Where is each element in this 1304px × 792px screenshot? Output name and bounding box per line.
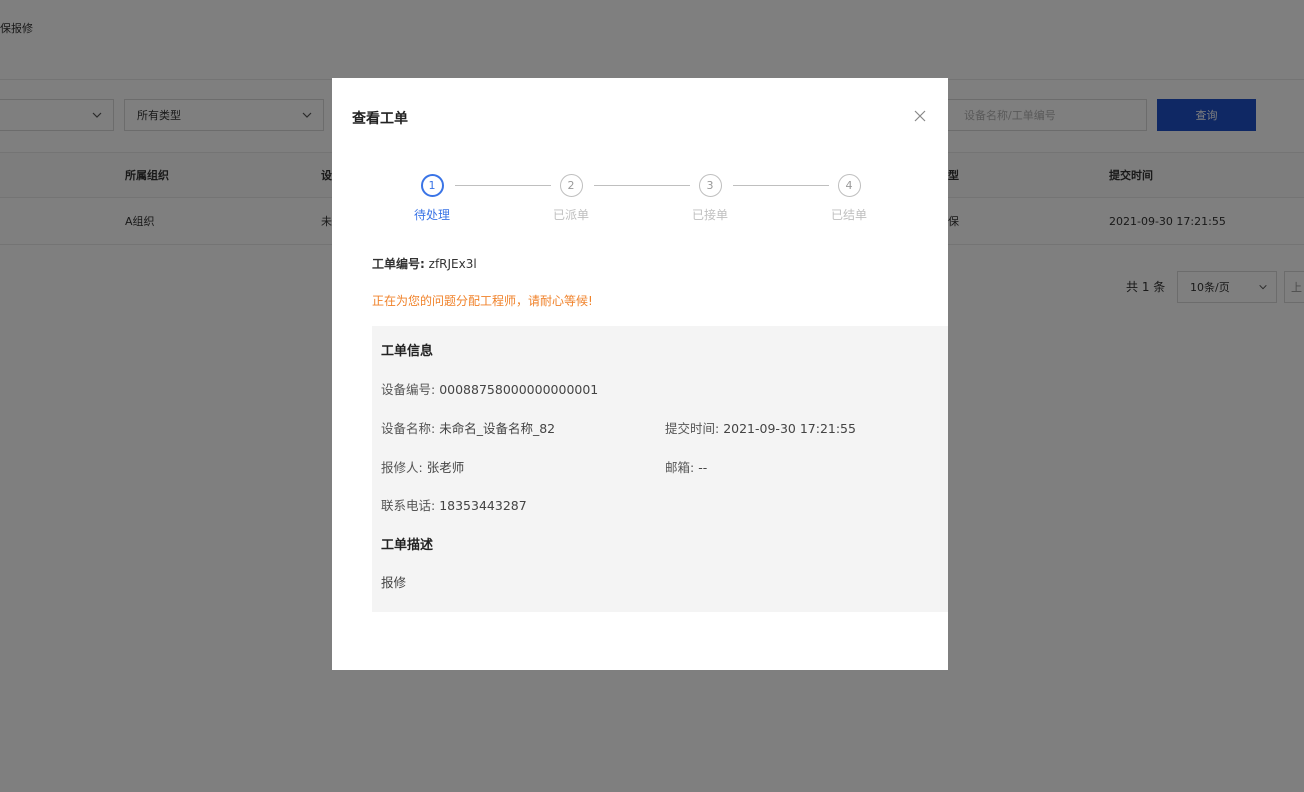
- step-closed: 4 已结单: [799, 174, 899, 223]
- step-label: 已结单: [830, 208, 867, 222]
- step-number: 3: [698, 174, 722, 197]
- submit-time-label: 提交时间:: [665, 421, 720, 436]
- order-number: 工单编号: zfRJEx3l: [372, 255, 477, 272]
- reporter-field: 报修人: 张老师: [381, 457, 464, 476]
- order-description-title: 工单描述: [381, 538, 434, 553]
- status-notice: 正在为您的问题分配工程师，请耐心等候!: [372, 294, 593, 308]
- email-value: --: [698, 460, 708, 475]
- step-accepted: 3 已接单: [660, 174, 760, 223]
- device-number-label: 设备编号:: [381, 382, 436, 397]
- email-label: 邮箱:: [665, 460, 695, 475]
- device-number-value: 00088758000000000001: [439, 382, 599, 397]
- device-name-label: 设备名称:: [381, 421, 436, 436]
- phone-field: 联系电话: 18353443287: [381, 495, 527, 514]
- device-name-value: 未命名_设备名称_82: [439, 421, 556, 436]
- step-number: 4: [837, 174, 861, 197]
- step-label: 待处理: [413, 208, 450, 222]
- modal-title: 查看工单: [352, 111, 408, 127]
- reporter-value: 张老师: [426, 460, 465, 475]
- step-label: 已派单: [552, 208, 589, 222]
- close-icon[interactable]: [912, 108, 928, 124]
- phone-label: 联系电话:: [381, 498, 436, 513]
- email-field: 邮箱: --: [665, 457, 707, 476]
- order-number-value: zfRJEx3l: [428, 257, 477, 271]
- phone-value: 18353443287: [439, 498, 527, 513]
- order-number-label: 工单编号:: [372, 257, 425, 271]
- device-number-field: 设备编号: 00088758000000000001: [381, 379, 598, 398]
- view-order-modal: 查看工单 1 待处理 2 已派单 3 已接单 4 已结单 工单编号: zfRJE…: [332, 78, 948, 670]
- step-number: 2: [559, 174, 583, 197]
- order-info-title: 工单信息: [381, 344, 434, 359]
- step-pending: 1 待处理: [382, 174, 482, 223]
- submit-time-field: 提交时间: 2021-09-30 17:21:55: [665, 418, 856, 437]
- step-number: 1: [420, 174, 444, 197]
- device-name-field: 设备名称: 未命名_设备名称_82: [381, 418, 555, 437]
- submit-time-value: 2021-09-30 17:21:55: [723, 421, 856, 436]
- order-info-panel: 工单信息 设备编号: 00088758000000000001 设备名称: 未命…: [372, 326, 948, 612]
- step-label: 已接单: [691, 208, 728, 222]
- progress-steps: 1 待处理 2 已派单 3 已接单 4 已结单: [392, 174, 912, 228]
- reporter-label: 报修人:: [381, 460, 423, 475]
- step-dispatched: 2 已派单: [521, 174, 621, 223]
- order-description-value: 报修: [381, 575, 407, 590]
